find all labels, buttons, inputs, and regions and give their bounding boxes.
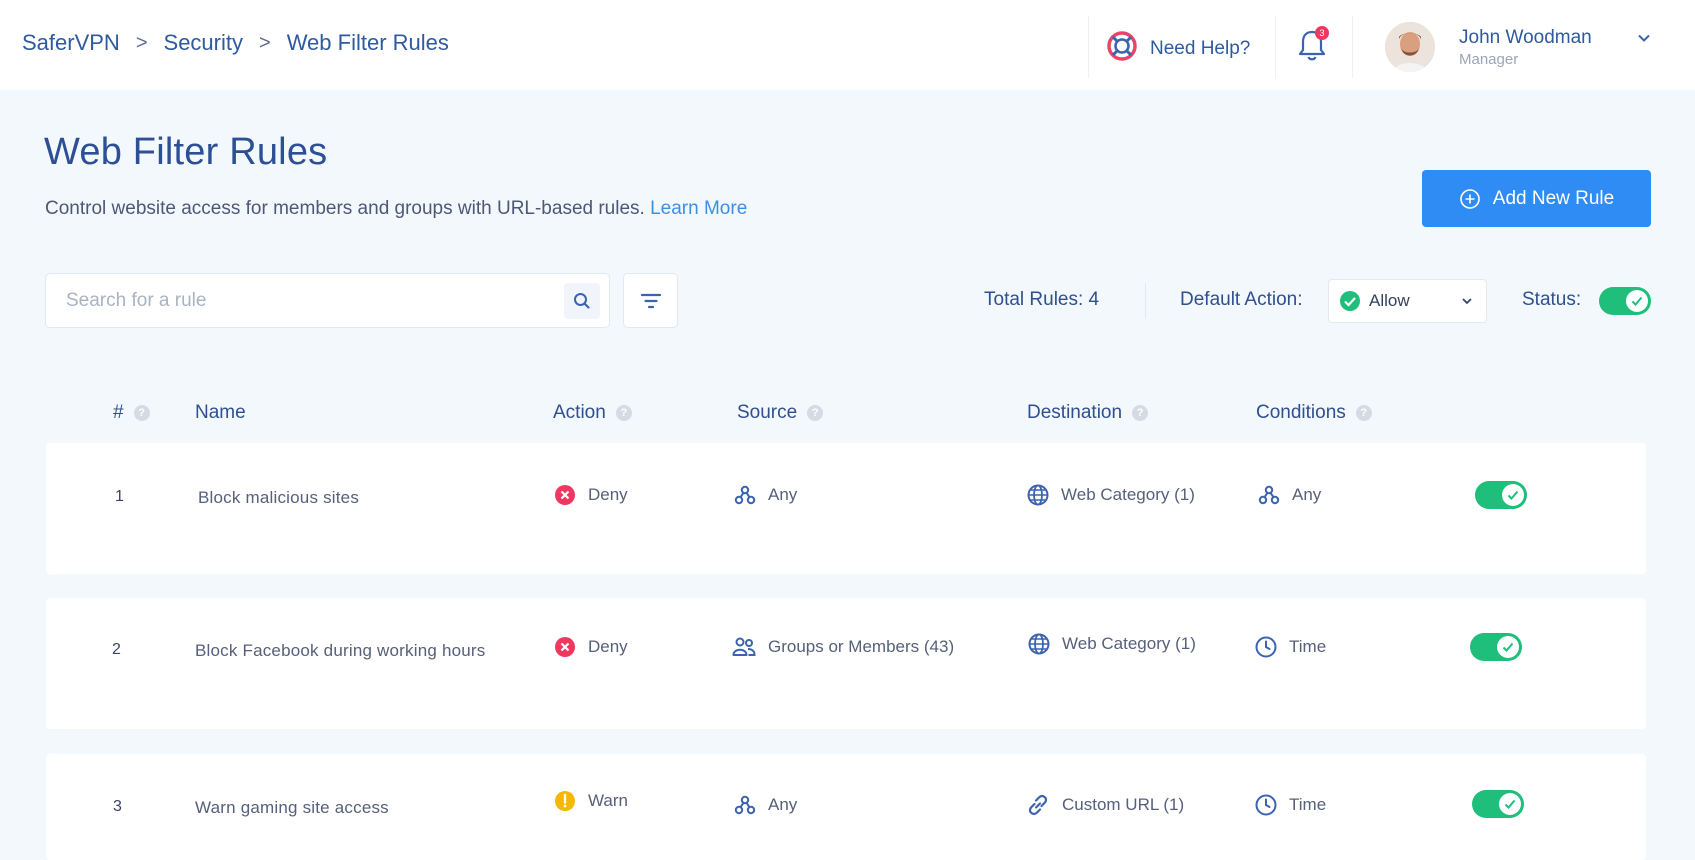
chevron-down-icon[interactable] [1636,30,1652,51]
toolbar-divider [1145,283,1146,319]
link-icon [1028,795,1048,815]
avatar[interactable] [1385,22,1435,72]
breadcrumb-separator: > [135,31,148,54]
top-bar: SaferVPN > Security > Web Filter Rules N… [0,0,1695,90]
chevron-down-icon [1462,298,1472,305]
breadcrumb-item-safervpn[interactable]: SaferVPN [22,30,120,56]
deny-icon [555,637,575,657]
rule-name[interactable]: Block malicious sites [198,488,359,508]
breadcrumb-item-current[interactable]: Web Filter Rules [287,30,449,56]
rule-name[interactable]: Warn gaming site access [195,798,389,818]
column-header-conditions[interactable]: Conditions? [1256,402,1372,424]
deny-icon [555,485,575,505]
default-action-select[interactable]: Allow [1328,279,1487,323]
notifications-button[interactable]: 3 [1296,26,1330,66]
search-icon [574,293,590,309]
breadcrumb-separator: > [259,31,271,54]
need-help-button[interactable]: Need Help? [1106,30,1250,67]
topbar-divider [1275,16,1276,78]
table-row[interactable]: 2 Block Facebook during working hours De… [46,598,1646,729]
column-header-name[interactable]: Name [195,402,246,424]
status-label: Status: [1522,289,1582,310]
rule-source: Groups or Members (43) [732,636,954,658]
bell-icon [1296,30,1328,68]
rule-toggle[interactable] [1475,481,1527,509]
any-icon [734,795,756,815]
help-icon[interactable]: ? [807,405,824,421]
row-number: 3 [113,798,122,815]
rule-action: Deny [554,484,628,506]
learn-more-link[interactable]: Learn More [650,198,747,219]
table-row[interactable]: 1 Block malicious sites Deny Any Web Cat… [46,443,1646,574]
search-box [45,273,610,328]
any-icon [1258,485,1280,505]
need-help-label: Need Help? [1150,37,1251,59]
user-name[interactable]: John Woodman [1459,27,1592,49]
row-number: 2 [112,641,121,658]
filter-icon [640,293,661,308]
search-button[interactable] [564,283,600,319]
user-role: Manager [1459,51,1519,68]
check-icon [1502,484,1524,506]
rule-destination: Custom URL (1) [1026,794,1184,816]
rule-action: Deny [554,636,628,658]
check-icon [1626,290,1648,312]
lifebuoy-icon [1106,30,1138,67]
add-new-rule-label: Add New Rule [1492,187,1615,209]
rule-destination: Web Category (1) [1028,633,1196,655]
table-row[interactable]: 3 Warn gaming site access Warn Any Custo… [46,754,1646,860]
globe-icon [1027,484,1049,506]
column-header-source[interactable]: Source? [737,402,824,424]
breadcrumb-item-security[interactable]: Security [164,30,243,56]
globe-icon [1028,633,1050,655]
column-header-action[interactable]: Action? [553,402,632,424]
rule-condition: Any [1258,484,1321,506]
rule-destination: Web Category (1) [1027,484,1195,506]
add-new-rule-button[interactable]: Add New Rule [1422,170,1651,227]
check-icon [1499,793,1521,815]
help-icon[interactable]: ? [1355,405,1372,421]
rule-name[interactable]: Block Facebook during working hours [195,641,485,661]
check-circle-icon [1340,291,1360,311]
default-action-label: Default Action: [1180,289,1303,310]
notification-badge: 3 [1315,26,1329,40]
total-rules: Total Rules: 4 [984,289,1100,310]
help-icon[interactable]: ? [615,405,632,421]
help-icon[interactable]: ? [1132,405,1149,421]
rule-source: Any [734,484,797,506]
topbar-divider [1352,16,1353,78]
rule-toggle[interactable] [1470,633,1522,661]
any-icon [734,485,756,505]
rule-toggle[interactable] [1472,790,1524,818]
topbar-divider [1088,16,1089,78]
page-description-text: Control website access for members and g… [45,198,645,219]
warning-icon [555,791,575,811]
breadcrumb: SaferVPN > Security > Web Filter Rules [22,30,449,56]
rule-condition: Time [1255,636,1326,658]
rule-condition: Time [1255,794,1326,816]
clock-icon [1255,794,1277,816]
row-number: 1 [115,488,124,505]
plus-circle-icon [1459,188,1480,209]
status-toggle[interactable] [1599,287,1651,315]
default-action-value: Allow [1369,291,1410,310]
filter-button[interactable] [623,273,678,328]
help-icon[interactable]: ? [133,405,150,421]
page-description: Control website access for members and g… [45,198,747,220]
column-header-number[interactable]: #? [113,402,150,424]
search-input[interactable] [66,274,546,327]
check-icon [1497,636,1519,658]
users-icon [732,637,756,656]
page-title: Web Filter Rules [44,131,328,173]
rule-action: Warn [554,790,628,812]
clock-icon [1255,636,1277,658]
column-header-destination[interactable]: Destination? [1027,402,1149,424]
rule-source: Any [734,794,797,816]
